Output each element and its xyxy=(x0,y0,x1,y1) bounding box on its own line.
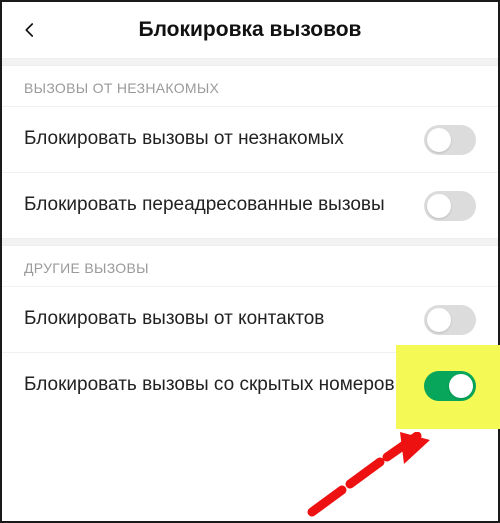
row-block-unknown[interactable]: Блокировать вызовы от незнакомых xyxy=(2,106,498,172)
row-label: Блокировать вызовы от незнакомых xyxy=(24,127,424,152)
toggle-block-forwarded[interactable] xyxy=(424,191,476,221)
toggle-knob xyxy=(427,194,451,218)
row-block-contacts[interactable]: Блокировать вызовы от контактов xyxy=(2,286,498,352)
toggle-knob xyxy=(427,308,451,332)
row-label: Блокировать вызовы от контактов xyxy=(24,307,424,332)
section-header-unknown: ВЫЗОВЫ ОТ НЕЗНАКОМЫХ xyxy=(2,66,498,106)
row-label: Блокировать переадресованные вызовы xyxy=(24,193,424,218)
toggle-knob xyxy=(449,374,473,398)
toggle-block-contacts[interactable] xyxy=(424,305,476,335)
section-gap xyxy=(2,238,498,246)
section-header-other: ДРУГИЕ ВЫЗОВЫ xyxy=(2,246,498,286)
row-block-forwarded[interactable]: Блокировать переадресованные вызовы xyxy=(2,172,498,238)
row-block-hidden[interactable]: Блокировать вызовы со скрытых номеров xyxy=(2,352,498,418)
toggle-block-hidden[interactable] xyxy=(424,371,476,401)
section-gap xyxy=(2,58,498,66)
header: Блокировка вызовов xyxy=(2,2,498,58)
toggle-block-unknown[interactable] xyxy=(424,125,476,155)
toggle-knob xyxy=(427,128,451,152)
annotation-arrow-icon xyxy=(292,432,462,522)
back-button[interactable] xyxy=(2,2,58,58)
page-title: Блокировка вызовов xyxy=(2,18,498,42)
chevron-left-icon xyxy=(21,21,39,39)
row-label: Блокировать вызовы со скрытых номеров xyxy=(24,373,424,398)
